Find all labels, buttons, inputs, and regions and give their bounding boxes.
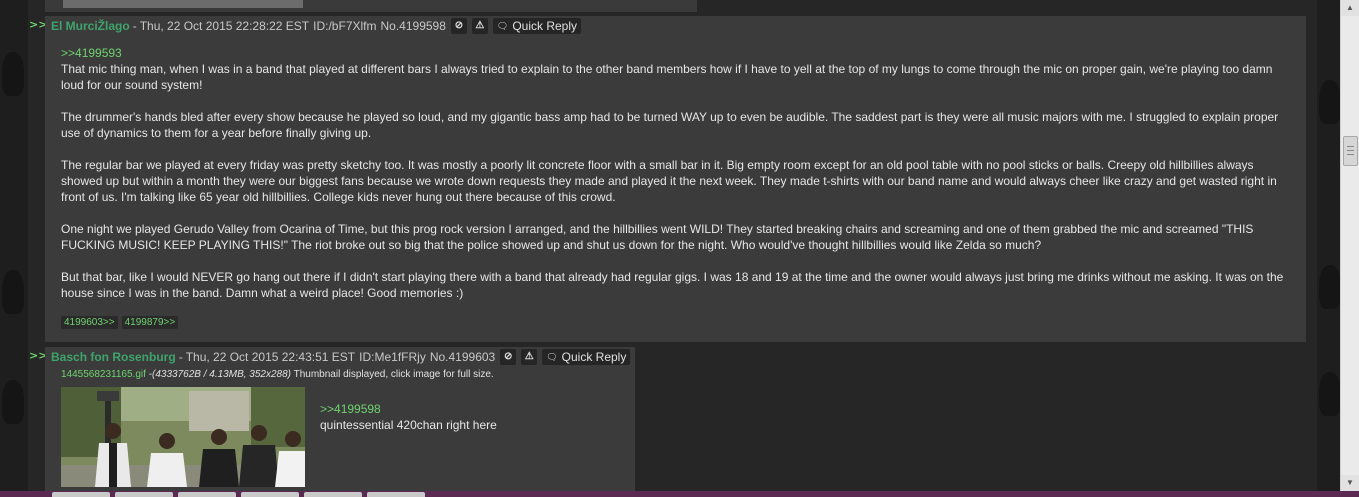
post-body: >>4199598 quintessential 420chan right h… <box>320 401 620 433</box>
post-header: El MurciŽlago - Thu, 22 Oct 2015 22:28:2… <box>51 18 582 34</box>
hide-icon[interactable]: ⊘ <box>450 18 467 34</box>
hide-icon[interactable]: ⊘ <box>500 349 517 365</box>
poster-name: El MurciŽlago <box>51 19 130 33</box>
quick-reply-label: Quick Reply <box>512 19 578 33</box>
taskbar-button[interactable] <box>304 492 362 497</box>
poster-name: Basch fon Rosenburg <box>51 350 176 364</box>
reply-post: El MurciŽlago - Thu, 22 Oct 2015 22:28:2… <box>45 16 1306 342</box>
quote-link[interactable]: >>4199593 <box>61 45 1297 61</box>
left-gutter <box>0 0 28 497</box>
quote-link[interactable]: >>4199598 <box>320 401 620 417</box>
scroll-up-arrow-icon[interactable]: ▲ <box>1341 0 1359 16</box>
post-image-thumbnail[interactable] <box>61 387 305 487</box>
file-link[interactable]: 1445568231165.gif <box>61 369 146 380</box>
backlink[interactable]: 4199879>> <box>121 316 179 329</box>
scroll-thumb[interactable] <box>1343 136 1358 166</box>
backlink[interactable]: 4199603>> <box>61 316 118 329</box>
quick-reply-label: Quick Reply <box>561 350 627 364</box>
poster-id[interactable]: ID:Me1fFRjy <box>359 350 426 364</box>
post-date: Thu, 22 Oct 2015 22:28:22 EST <box>139 19 310 33</box>
scroll-down-arrow-icon[interactable]: ▼ <box>1341 475 1359 491</box>
post-paragraph: That mic thing man, when I was in a band… <box>61 62 1273 92</box>
taskbar-button[interactable] <box>52 492 110 497</box>
file-note: Thumbnail displayed, click image for ful… <box>291 369 494 380</box>
decorative-silhouette <box>1319 80 1341 124</box>
os-taskbar <box>0 491 1359 497</box>
header-dash: - <box>132 19 137 33</box>
report-icon[interactable]: ⚠ <box>471 18 488 34</box>
taskbar-button[interactable] <box>178 492 236 497</box>
post-text: quintessential 420chan right here <box>320 418 497 432</box>
post-paragraph: But that bar, like I would NEVER go hang… <box>61 270 1284 300</box>
taskbar-button[interactable] <box>367 492 425 497</box>
header-dash: - <box>178 350 183 364</box>
right-gutter <box>1317 0 1341 497</box>
page-scrollbar[interactable]: ▲ ▼ <box>1340 0 1359 497</box>
quick-reply-button[interactable]: 🗨 Quick Reply <box>542 349 631 365</box>
decorative-silhouette <box>2 270 24 314</box>
speech-bubble-icon: 🗨 <box>496 20 509 31</box>
speech-bubble-icon: 🗨 <box>546 351 558 362</box>
decorative-silhouette <box>1319 372 1341 416</box>
file-info: 1445568231165.gif -(4333762B / 4.13MB, 3… <box>61 369 494 380</box>
decorative-silhouette <box>1319 265 1341 309</box>
post-paragraph: The drummer's hands bled after every sho… <box>61 110 1279 140</box>
taskbar-button[interactable] <box>241 492 299 497</box>
post-body: >>4199593 That mic thing man, when I was… <box>61 45 1297 317</box>
poster-id[interactable]: ID:/bF7Xlfm <box>313 19 376 33</box>
decorative-silhouette <box>2 52 24 96</box>
previous-post-image <box>63 0 303 8</box>
reply-post: Basch fon Rosenburg - Thu, 22 Oct 2015 2… <box>45 347 635 497</box>
file-meta: -(4333762B / 4.13MB, 352x288) <box>145 369 291 380</box>
decorative-silhouette <box>2 380 24 424</box>
post-number[interactable]: No.4199598 <box>381 19 446 33</box>
previous-post-fragment <box>45 0 697 12</box>
quick-reply-button[interactable]: 🗨 Quick Reply <box>492 18 582 34</box>
post-header: Basch fon Rosenburg - Thu, 22 Oct 2015 2… <box>51 349 631 365</box>
thumbnail-graphic <box>61 387 305 487</box>
report-icon[interactable]: ⚠ <box>521 349 538 365</box>
backlinks: 4199603>> 4199879>> <box>61 316 179 329</box>
post-date: Thu, 22 Oct 2015 22:43:51 EST <box>185 350 356 364</box>
post-number[interactable]: No.4199603 <box>430 350 495 364</box>
post-paragraph: The regular bar we played at every frida… <box>61 158 1277 204</box>
taskbar-button[interactable] <box>115 492 173 497</box>
post-paragraph: One night we played Gerudo Valley from O… <box>61 222 1254 252</box>
